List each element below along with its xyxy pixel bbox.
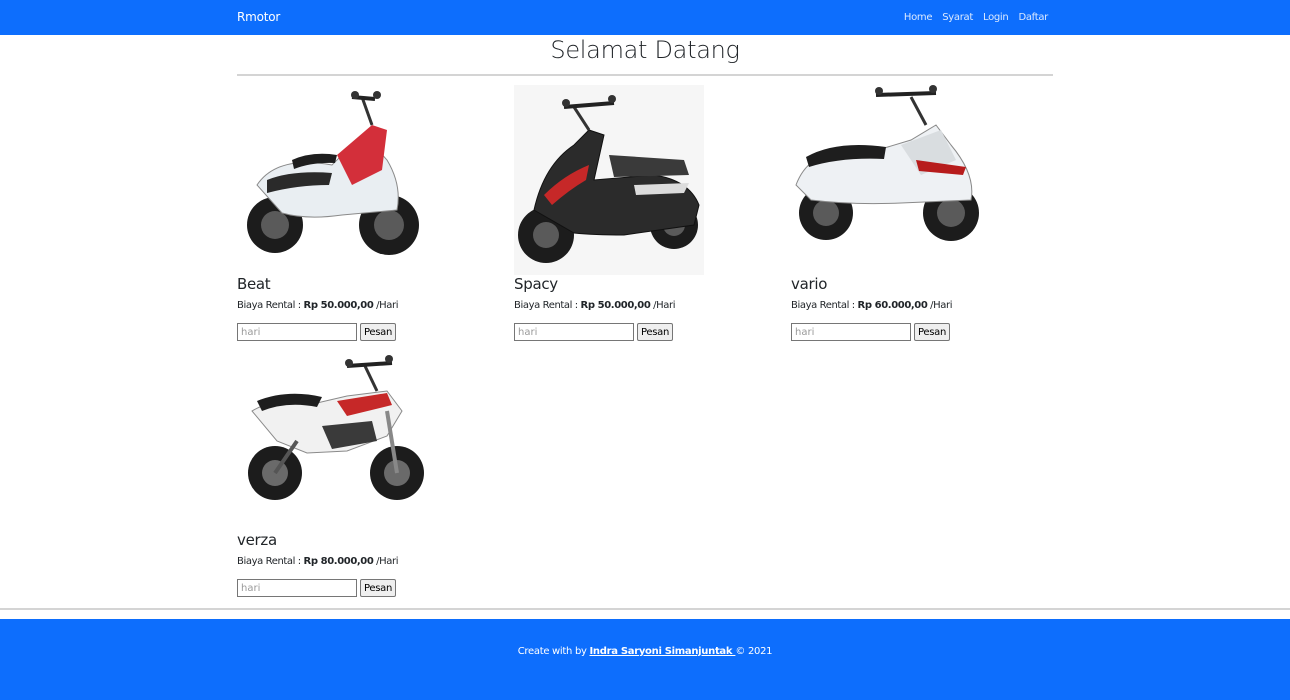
page-title: Selamat Datang (550, 36, 740, 64)
order-button[interactable]: Pesan (360, 579, 397, 597)
days-input[interactable] (237, 323, 357, 341)
footer-prefix: Create with by (517, 646, 590, 657)
price-unit: /Hari (927, 300, 953, 311)
days-input[interactable] (791, 323, 911, 341)
product-name: Spacy (514, 275, 558, 293)
product-price: Biaya Rental : Rp 50.000,00 /Hari (237, 300, 398, 311)
price-label: Biaya Rental : (237, 300, 304, 311)
motor-photo (248, 355, 424, 500)
order-form: Pesan (791, 323, 951, 341)
top-navbar: Rmotor Home Syarat Login Daftar (0, 0, 1290, 35)
price-unit: /Hari (373, 300, 399, 311)
price-value: Rp 50.000,00 (580, 300, 651, 311)
price-unit: /Hari (373, 556, 399, 567)
nav-link-home[interactable]: Home (904, 12, 933, 23)
price-value: Rp 50.000,00 (303, 300, 374, 311)
price-value: Rp 60.000,00 (857, 300, 928, 311)
product-card-verza: verza Biaya Rental : Rp 80.000,00 /Hari … (237, 341, 497, 601)
price-unit: /Hari (650, 300, 676, 311)
order-button[interactable]: Pesan (914, 323, 951, 341)
price-label: Biaya Rental : (237, 556, 304, 567)
author-link[interactable]: Indra Saryoni Simanjuntak (590, 646, 736, 657)
product-card-vario: vario Biaya Rental : Rp 60.000,00 /Hari … (791, 85, 1051, 345)
price-label: Biaya Rental : (514, 300, 581, 311)
nav-links: Home Syarat Login Daftar (904, 12, 1048, 23)
order-button[interactable]: Pesan (360, 323, 397, 341)
product-card-spacy: Spacy Biaya Rental : Rp 50.000,00 /Hari … (514, 85, 774, 345)
product-name: Beat (237, 275, 271, 293)
order-form: Pesan (514, 323, 674, 341)
footer-copyright: © 2021 (735, 646, 773, 657)
motor-photo (795, 85, 979, 241)
order-form: Pesan (237, 323, 397, 341)
product-price: Biaya Rental : Rp 80.000,00 /Hari (237, 556, 398, 567)
nav-link-login[interactable]: Login (983, 12, 1009, 23)
product-name: vario (791, 275, 828, 293)
title-divider (237, 74, 1053, 76)
nav-link-syarat[interactable]: Syarat (942, 12, 973, 23)
order-form: Pesan (237, 579, 397, 597)
product-card-beat: Beat Biaya Rental : Rp 50.000,00 /Hari P… (237, 85, 497, 345)
price-label: Biaya Rental : (791, 300, 858, 311)
product-name: verza (237, 531, 277, 549)
footer-credit: Create with by Indra Saryoni Simanjuntak… (0, 646, 1290, 657)
product-price: Biaya Rental : Rp 60.000,00 /Hari (791, 300, 952, 311)
product-price: Biaya Rental : Rp 50.000,00 /Hari (514, 300, 675, 311)
price-value: Rp 80.000,00 (303, 556, 374, 567)
motor-photo (247, 91, 419, 255)
days-input[interactable] (237, 579, 357, 597)
days-input[interactable] (514, 323, 634, 341)
brand-link[interactable]: Rmotor (237, 10, 280, 24)
footer-divider (0, 608, 1290, 610)
footer: Create with by Indra Saryoni Simanjuntak… (0, 619, 1290, 700)
nav-link-daftar[interactable]: Daftar (1018, 12, 1048, 23)
order-button[interactable]: Pesan (637, 323, 674, 341)
motor-photo (514, 85, 704, 275)
